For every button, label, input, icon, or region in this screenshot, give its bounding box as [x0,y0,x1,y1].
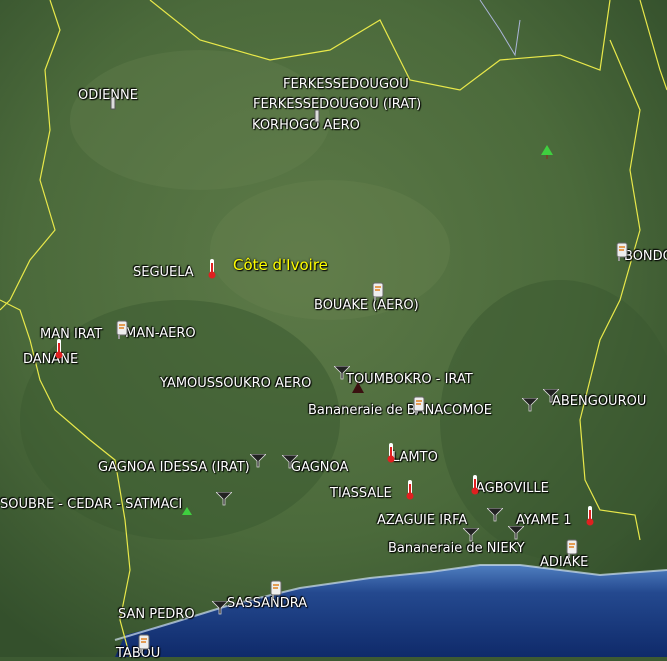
station-label[interactable]: MAN IRAT [40,328,102,342]
funnel-icon[interactable] [334,366,350,380]
funnel-icon[interactable] [463,528,479,542]
weather-station-icon[interactable] [413,395,429,415]
station-label[interactable]: AYAME 1 [516,514,572,528]
thermometer-icon[interactable] [207,259,217,279]
station-label[interactable]: YAMOUSSOUKRO AERO [160,377,311,391]
weather-station-icon[interactable] [116,319,132,339]
station-label[interactable]: SOUBRE - CEDAR - SATMACI [0,498,182,512]
station-icon[interactable] [352,382,364,394]
funnel-icon[interactable] [508,526,524,540]
tree-icon[interactable] [182,507,192,517]
funnel-icon[interactable] [250,454,266,468]
station-label[interactable]: DANANE [23,353,78,367]
weather-station-icon[interactable] [270,579,286,599]
tree-icon[interactable] [540,145,554,159]
station-label[interactable]: TIASSALE [330,487,392,501]
station-label[interactable]: Bananeraie de BANACOMOE [308,404,492,418]
station-label[interactable]: AGBOVILLE [476,482,549,496]
thermometer-icon[interactable] [470,475,480,495]
station-label[interactable]: MAN-AERO [125,327,196,341]
station-label[interactable]: ABENGOUROU [552,395,646,409]
station-label[interactable]: FERKESSEDOUGOU (IRAT) [253,98,421,112]
station-label[interactable]: AZAGUIE IRFA [377,514,467,528]
weather-station-icon[interactable] [616,241,632,261]
funnel-icon[interactable] [522,398,538,412]
station-label[interactable]: ADIAKE [540,556,588,570]
station-label[interactable]: LAMTO [392,451,438,465]
station-label[interactable]: SASSANDRA [227,597,307,611]
station-label[interactable]: Bananeraie de NIEKY [388,542,525,556]
funnel-icon[interactable] [282,455,298,469]
station-label[interactable]: GAGNOA IDESSA (IRAT) [98,461,250,475]
thermometer-icon[interactable] [585,506,595,526]
station-label[interactable]: BOUAKE (AERO) [314,299,419,313]
station-label[interactable]: SAN PEDRO [118,608,195,622]
funnel-icon[interactable] [487,508,503,522]
thermometer-icon[interactable] [405,480,415,500]
funnel-icon[interactable] [543,389,559,403]
station-label[interactable]: SEGUELA [133,266,194,280]
station-icon[interactable] [312,110,322,124]
thermometer-icon[interactable] [54,339,64,359]
weather-station-icon[interactable] [566,538,582,558]
station-label[interactable]: GAGNOA [291,461,348,475]
thermometer-icon[interactable] [386,443,396,463]
station-icon[interactable] [108,97,118,111]
funnel-icon[interactable] [212,601,228,615]
weather-station-icon[interactable] [138,633,154,653]
weather-station-icon[interactable] [372,281,388,301]
satellite-map[interactable]: Côte d'Ivoire FERKESSEDOUGOU FERKESSEDOU… [0,0,667,661]
funnel-icon[interactable] [216,492,232,506]
station-label[interactable]: KORHOGO AERO [252,119,360,133]
station-label[interactable]: TOUMBOKRO - IRAT [346,373,473,387]
station-label[interactable]: FERKESSEDOUGOU [283,78,409,92]
country-label: Côte d'Ivoire [233,256,328,274]
